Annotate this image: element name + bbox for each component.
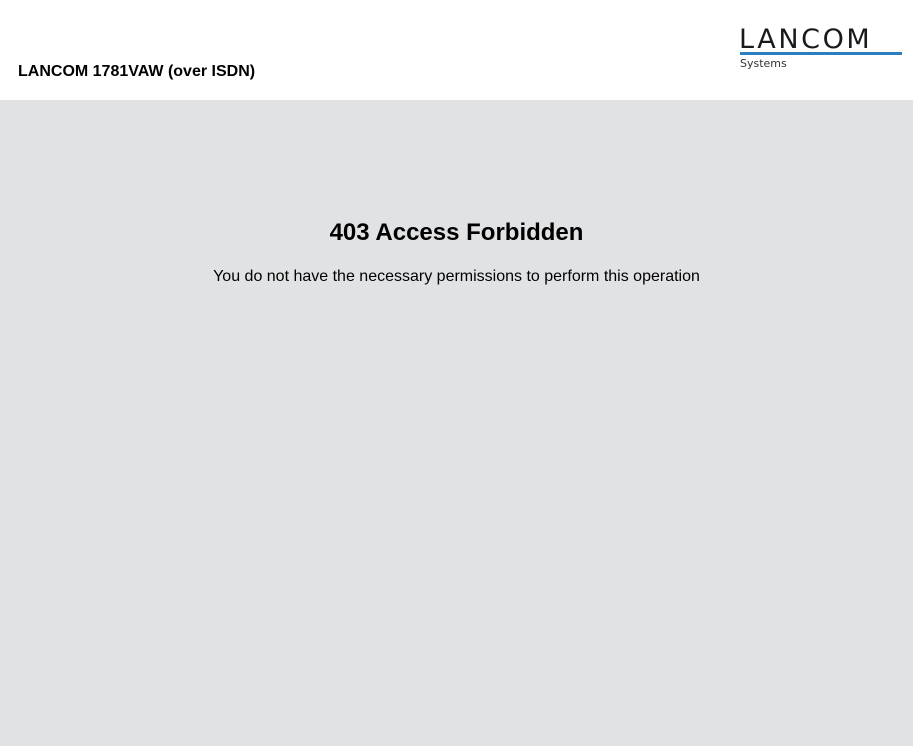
device-title: LANCOM 1781VAW (over ISDN) [18, 63, 256, 80]
logo-wordmark: LANCOM [739, 24, 873, 55]
error-message: You do not have the necessary permission… [213, 268, 700, 285]
lancom-systems-logo: LANCOM Systems [739, 24, 903, 72]
logo-subtitle: Systems [740, 57, 787, 70]
error-title: 403 Access Forbidden [329, 219, 584, 246]
logo-underline-bar [740, 52, 902, 55]
page-header: LANCOM 1781VAW (over ISDN) LANCOM System… [0, 0, 913, 100]
error-content-area: 403 Access Forbidden You do not have the… [0, 100, 913, 746]
